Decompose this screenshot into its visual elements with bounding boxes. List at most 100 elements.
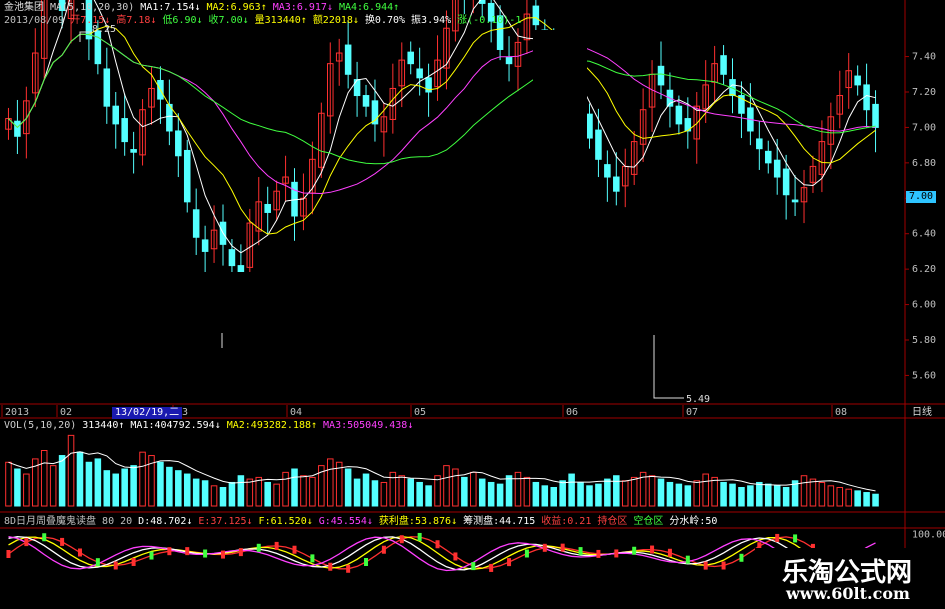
candle-body xyxy=(773,159,781,178)
indicator-marker xyxy=(185,547,190,556)
volume-bar xyxy=(478,478,486,507)
candle-body xyxy=(192,209,200,238)
indicator-marker xyxy=(489,563,494,572)
price-tick-label: 6.80 xyxy=(912,158,936,169)
volume-bar xyxy=(550,487,558,507)
volume-bar xyxy=(487,481,495,507)
date-tick-label: 2013 xyxy=(5,407,29,418)
volume-bar xyxy=(693,480,701,507)
date-tick-label: 02 xyxy=(60,407,72,418)
indicator-marker xyxy=(685,555,690,564)
volume-bar xyxy=(49,465,57,507)
volume-bar xyxy=(711,476,718,507)
ma-value-2: MA1:7.154↓ xyxy=(140,2,201,13)
volume-bar xyxy=(729,483,736,507)
ind-value-2: E:37.125↓ xyxy=(198,516,253,527)
indicator-marker xyxy=(95,558,100,567)
volume-bar xyxy=(648,475,656,507)
volume-bar xyxy=(666,481,674,507)
volume-bar xyxy=(398,475,406,507)
indicator-marker xyxy=(453,552,458,561)
indicator-marker xyxy=(381,545,386,554)
volume-bar xyxy=(684,485,692,507)
quote-value-7: 换0.70% xyxy=(364,15,406,26)
volume-bar xyxy=(523,476,531,507)
indicator-marker xyxy=(346,564,351,573)
volume-bar xyxy=(559,480,566,507)
highlighted-date[interactable]: 13/02/19,二 xyxy=(112,407,183,419)
ind-value-0: 8D日月周叠魔鬼读盘 80 20 xyxy=(4,516,133,527)
candle-body xyxy=(505,56,513,65)
indicator-marker xyxy=(435,540,440,549)
ma-value-3: MA2:6.963↑ xyxy=(206,2,267,13)
ind-value-8: 持仓区 xyxy=(597,516,628,527)
volume-bar xyxy=(335,461,343,507)
ma-line-ma1 xyxy=(8,0,876,254)
indicator-marker xyxy=(238,548,243,557)
indicator-marker xyxy=(417,532,422,541)
ma-line-ma3 xyxy=(8,33,876,195)
volume-bar xyxy=(613,475,620,507)
volume-info-row: VOL(5,10,20) 313440↑ MA1:404792.594↓ MA2:49… xyxy=(4,420,419,432)
volume-bar xyxy=(461,476,468,507)
indicator-marker xyxy=(113,561,118,570)
volume-bar xyxy=(228,481,236,507)
indicator-marker xyxy=(399,535,404,544)
quote-value-8: 振3.94% xyxy=(411,15,452,26)
indicator-marker xyxy=(274,541,279,550)
volume-bar xyxy=(166,466,173,507)
volume-bar xyxy=(872,493,879,507)
volume-bar xyxy=(14,468,21,507)
volume-bar xyxy=(675,483,683,507)
vol-value-0: VOL(5,10,20) xyxy=(4,420,77,431)
volume-bar xyxy=(532,481,540,507)
volume-bar xyxy=(103,470,111,507)
indicator-marker xyxy=(328,562,333,571)
candle-body xyxy=(791,199,799,203)
candle-body xyxy=(362,95,370,107)
candle-body xyxy=(657,65,665,86)
quote-info-row: 2013/08/09 开7.15↓ 高7.18↓ 低6.90↓ 收7.00↓ 量31344… xyxy=(4,15,527,27)
candle-body xyxy=(675,105,683,125)
volume-bar xyxy=(470,471,477,507)
volume-bar xyxy=(800,475,808,507)
vol-value-1: 313440↑ xyxy=(82,420,125,431)
ma-value-5: MA4:6.944↑ xyxy=(338,2,400,13)
volume-bar xyxy=(344,468,352,507)
volume-bar xyxy=(362,473,370,507)
volume-bar xyxy=(175,470,182,507)
volume-bar xyxy=(738,487,745,507)
candle-body xyxy=(228,249,236,267)
volume-bar xyxy=(157,461,164,507)
volume-bar xyxy=(273,483,280,507)
candle-body xyxy=(201,239,209,252)
volume-bar xyxy=(496,483,504,507)
ma-line-ma4 xyxy=(8,33,876,165)
indicator-marker xyxy=(6,550,11,558)
price-tick-label: 7.20 xyxy=(912,87,936,98)
vol-value-4: MA3:505049.438↓ xyxy=(323,420,414,431)
volume-bar xyxy=(23,473,30,507)
price-tick-label: 5.80 xyxy=(912,335,936,346)
volume-bar xyxy=(720,481,727,507)
ind-value-1: D:48.702↓ xyxy=(138,516,193,527)
date-tick-label: 05 xyxy=(414,407,426,418)
candle-body xyxy=(175,130,182,157)
indicator-marker xyxy=(739,553,744,562)
ind-value-4: G:45.554↓ xyxy=(318,516,373,527)
watermark-url: www.60lt.com xyxy=(786,584,910,603)
price-tick-label: 7.00 xyxy=(912,122,936,133)
volume-bar xyxy=(657,478,665,507)
price-tick-label: 7.40 xyxy=(912,52,936,63)
volume-bar xyxy=(621,480,629,507)
ind-value-10: 分水岭:50 xyxy=(669,516,718,527)
max-price-label: 8.25 xyxy=(92,24,117,35)
candle-body xyxy=(720,55,727,75)
indicator-marker xyxy=(256,543,261,552)
volume-bar xyxy=(845,488,852,507)
period-label[interactable]: 日线 xyxy=(912,407,932,419)
date-tick-label: 06 xyxy=(566,407,578,418)
indicator-marker xyxy=(24,538,29,547)
candle-body xyxy=(872,103,879,128)
candle-body xyxy=(183,149,191,203)
